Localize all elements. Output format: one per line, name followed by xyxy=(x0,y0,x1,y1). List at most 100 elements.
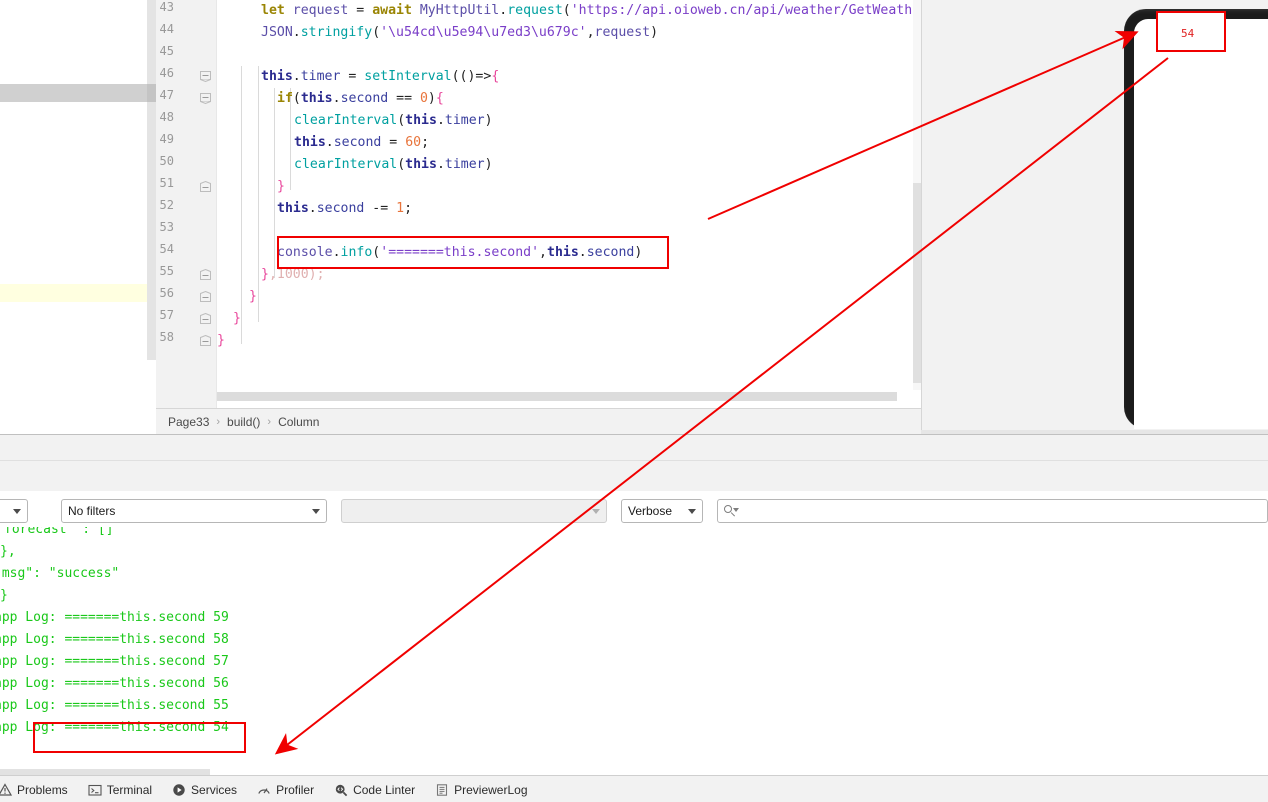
fold-collapse-icon[interactable] xyxy=(200,313,211,324)
editor-vertical-scrollbar-thumb[interactable] xyxy=(913,183,921,383)
fold-expanded-icon[interactable] xyxy=(200,93,211,104)
editor-horizontal-scrollbar-thumb[interactable] xyxy=(217,392,897,401)
breadcrumb-separator-icon: › xyxy=(216,415,221,428)
log-line: app Log: =======this.second 56 xyxy=(0,676,229,691)
preview-divider xyxy=(921,0,922,434)
code-line-50[interactable]: clearInterval(this.timer) xyxy=(294,154,493,176)
warning-icon xyxy=(0,782,13,797)
fold-expanded-icon[interactable] xyxy=(200,71,211,82)
toolbar-item-label: Terminal xyxy=(106,782,153,797)
indent-guide xyxy=(241,66,242,344)
log-line: app Log: =======this.second 59 xyxy=(0,610,229,625)
chevron-down-icon xyxy=(592,508,600,514)
toolbar-item-label: Profiler xyxy=(276,782,315,797)
log-panel-tabstrip[interactable] xyxy=(0,435,1268,491)
left-panel-footer xyxy=(0,408,157,434)
log-level-value: Verbose xyxy=(628,504,673,518)
line-number: 45 xyxy=(159,44,174,58)
top-area: 43 44 45 46 47 48 49 50 51 52 53 54 55 5… xyxy=(0,0,1268,434)
editor-gutter[interactable]: 43 44 45 46 47 48 49 50 51 52 53 54 55 5… xyxy=(156,0,217,408)
bottom-toolbar: Problems Terminal Services Profiler Code… xyxy=(0,775,1268,802)
log-panel-tabstrip-inner xyxy=(0,460,1268,491)
toolbar-item-code-linter[interactable]: Code Linter xyxy=(324,776,425,802)
code-line-51[interactable]: } xyxy=(277,176,285,198)
left-panel-scrollbar-track[interactable] xyxy=(147,0,156,360)
line-number: 53 xyxy=(159,220,174,234)
indent-guide xyxy=(258,66,259,322)
code-editor[interactable]: 43 44 45 46 47 48 49 50 51 52 53 54 55 5… xyxy=(156,0,921,408)
device-select[interactable] xyxy=(0,499,28,523)
left-panel-highlighted-row[interactable] xyxy=(0,284,156,302)
code-content[interactable]: let request = await MyHttpUtil.request('… xyxy=(217,0,921,390)
code-line-52[interactable]: this.second -= 1; xyxy=(277,198,412,220)
chevron-down-icon xyxy=(312,508,320,514)
toolbar-item-label: Code Linter xyxy=(353,782,416,797)
filter-select-value: No filters xyxy=(68,504,116,518)
filter-select[interactable]: No filters xyxy=(61,499,327,523)
toolbar-item-problems[interactable]: Problems xyxy=(0,776,78,802)
left-tool-window[interactable] xyxy=(0,0,157,408)
document-icon xyxy=(435,783,449,797)
line-number: 44 xyxy=(159,22,174,36)
log-line: forecast" : [] xyxy=(4,527,114,537)
breadcrumb-item-page[interactable]: Page33 xyxy=(168,415,209,429)
toolbar-item-label: PreviewerLog xyxy=(454,782,528,797)
code-line-47[interactable]: if(this.second == 0){ xyxy=(277,88,444,110)
line-number: 51 xyxy=(159,176,174,190)
left-panel-selected-row[interactable] xyxy=(0,84,156,102)
device-screen[interactable] xyxy=(1134,19,1268,429)
line-number: 47 xyxy=(159,88,174,102)
code-line-49[interactable]: this.second = 60; xyxy=(294,132,429,154)
indent-guide xyxy=(274,88,275,278)
device-preview-panel[interactable] xyxy=(921,0,1268,434)
code-line-56[interactable]: } xyxy=(249,286,257,308)
line-number: 57 xyxy=(159,308,174,322)
toolbar-item-previewer-log[interactable]: PreviewerLog xyxy=(425,776,537,802)
breadcrumb-separator-icon: › xyxy=(267,415,272,428)
line-number: 56 xyxy=(159,286,174,300)
line-number: 54 xyxy=(159,242,174,256)
toolbar-item-label: Services xyxy=(191,782,238,797)
process-select[interactable] xyxy=(341,499,607,523)
code-line-54[interactable]: console.info('=======this.second',this.s… xyxy=(277,242,642,264)
code-line-58[interactable]: } xyxy=(217,330,225,352)
toolbar-item-terminal[interactable]: Terminal xyxy=(78,776,162,802)
line-number: 48 xyxy=(159,110,174,124)
fold-collapse-icon[interactable] xyxy=(200,335,211,346)
code-line-57[interactable]: } xyxy=(233,308,241,330)
fold-collapse-icon[interactable] xyxy=(200,181,211,192)
play-circle-icon xyxy=(172,783,186,797)
code-line-44[interactable]: JSON.stringify('\u54cd\u5e94\u7ed3\u679c… xyxy=(261,22,658,44)
app-window: 43 44 45 46 47 48 49 50 51 52 53 54 55 5… xyxy=(0,0,1268,802)
log-output[interactable]: forecast" : [] }, "msg": "success" } app… xyxy=(0,527,1268,775)
line-number: 46 xyxy=(159,66,174,80)
toolbar-item-services[interactable]: Services xyxy=(162,776,247,802)
code-line-43[interactable]: let request = await MyHttpUtil.request('… xyxy=(261,0,912,22)
breadcrumb-item-column[interactable]: Column xyxy=(278,415,319,429)
log-line: } xyxy=(0,588,8,603)
log-level-select[interactable]: Verbose xyxy=(621,499,703,523)
log-line: }, xyxy=(0,544,16,559)
log-line: app Log: =======this.second 57 xyxy=(0,654,229,669)
chevron-down-icon xyxy=(688,508,696,514)
toolbar-item-profiler[interactable]: Profiler xyxy=(247,776,324,802)
magnifier-code-icon xyxy=(334,783,348,797)
log-line: app Log: =======this.second 58 xyxy=(0,632,229,647)
left-panel-scrollbar-thumb[interactable] xyxy=(147,84,156,102)
fold-collapse-icon[interactable] xyxy=(200,269,211,280)
terminal-icon xyxy=(88,783,102,797)
breadcrumb-item-build[interactable]: build() xyxy=(227,415,260,429)
log-line: "msg": "success" xyxy=(0,566,120,581)
fold-collapse-icon[interactable] xyxy=(200,291,211,302)
line-number: 58 xyxy=(159,330,174,344)
line-number: 50 xyxy=(159,154,174,168)
code-line-46[interactable]: this.timer = setInterval(()=>{ xyxy=(261,66,499,88)
chevron-down-icon xyxy=(13,508,21,514)
toolbar-item-label: Problems xyxy=(17,782,68,797)
line-number: 55 xyxy=(159,264,174,278)
breadcrumb: Page33 › build() › Column xyxy=(156,408,921,434)
code-line-48[interactable]: clearInterval(this.timer) xyxy=(294,110,493,132)
log-search-input[interactable] xyxy=(717,499,1268,523)
log-panel: No filters Verbose forecast" : [] }, "ms… xyxy=(0,434,1268,802)
code-line-55[interactable]: },1000); xyxy=(261,264,325,286)
